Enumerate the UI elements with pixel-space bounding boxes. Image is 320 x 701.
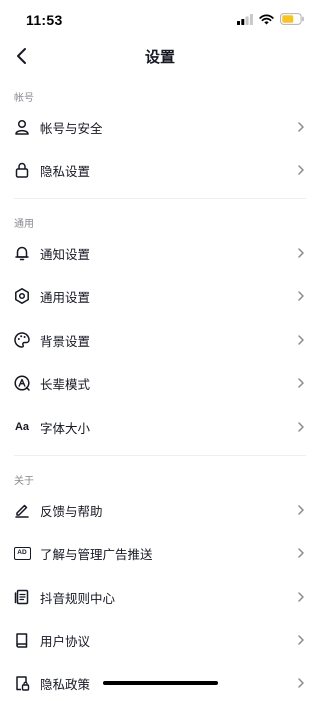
settings-item-label: 通用设置 [40, 290, 91, 305]
chevron-right-icon [294, 676, 308, 690]
chevron-right-icon [294, 420, 308, 434]
settings-item-user-agreement[interactable]: 用户协议 [0, 622, 320, 658]
lock-icon [12, 160, 32, 180]
settings-item-notifications[interactable]: 通知设置 [0, 235, 320, 271]
status-time: 11:53 [26, 12, 63, 28]
home-indicator[interactable] [103, 681, 218, 685]
settings-item-label: 隐私设置 [40, 164, 91, 179]
settings-item-label: 反馈与帮助 [40, 504, 103, 519]
section-divider [14, 198, 306, 199]
settings-item-label: 字体大小 [40, 421, 91, 436]
settings-item-general[interactable]: 通用设置 [0, 278, 320, 314]
chevron-right-icon [294, 376, 308, 390]
user-icon [12, 117, 32, 137]
chevron-right-icon [294, 333, 308, 347]
palette-icon [12, 330, 32, 350]
settings-item-label: 用户协议 [40, 634, 91, 649]
settings-item-label: 隐私政策 [40, 677, 91, 692]
settings-item-font-size[interactable]: Aa 字体大小 [0, 409, 320, 445]
signal-icon [237, 13, 253, 25]
book-icon [12, 630, 32, 650]
settings-item-feedback[interactable]: 反馈与帮助 [0, 492, 320, 528]
elder-mode-icon [12, 373, 32, 393]
chevron-right-icon [294, 503, 308, 517]
settings-item-label: 帐号与安全 [40, 121, 103, 136]
settings-item-rules-center[interactable]: 抖音规则中心 [0, 579, 320, 615]
nav-bar: 设置 [0, 34, 320, 78]
chevron-right-icon [294, 633, 308, 647]
settings-item-account-security[interactable]: 帐号与安全 [0, 109, 320, 145]
chevron-right-icon [294, 289, 308, 303]
status-icons [237, 13, 304, 25]
section-header-general: 通用 [14, 219, 34, 230]
privacy-doc-icon [12, 673, 32, 693]
edit-pen-icon [12, 500, 32, 520]
settings-item-ad-management[interactable]: AD 了解与管理广告推送 [0, 535, 320, 571]
settings-item-label: 长辈模式 [40, 377, 91, 392]
document-icon [12, 587, 32, 607]
settings-item-label: 了解与管理广告推送 [40, 547, 153, 562]
font-size-icon: Aa [12, 417, 32, 437]
settings-item-label: 抖音规则中心 [40, 591, 116, 606]
chevron-right-icon [294, 120, 308, 134]
wifi-icon [259, 14, 274, 25]
section-divider [14, 455, 306, 456]
gear-icon [12, 286, 32, 306]
chevron-right-icon [294, 163, 308, 177]
chevron-right-icon [294, 546, 308, 560]
section-header-about: 关于 [14, 476, 34, 487]
settings-item-privacy[interactable]: 隐私设置 [0, 152, 320, 188]
chevron-right-icon [294, 246, 308, 260]
settings-item-background[interactable]: 背景设置 [0, 322, 320, 358]
section-header-account: 帐号 [14, 93, 34, 104]
chevron-right-icon [294, 590, 308, 604]
settings-item-label: 通知设置 [40, 247, 91, 262]
settings-item-label: 背景设置 [40, 334, 91, 349]
ad-icon: AD [12, 543, 32, 563]
page-title: 设置 [144, 48, 175, 66]
bell-icon [12, 243, 32, 263]
font-size-icon-text: Aa [14, 421, 30, 433]
ad-icon-text: AD [13, 546, 31, 560]
battery-icon [280, 13, 304, 25]
settings-item-elder-mode[interactable]: 长辈模式 [0, 365, 320, 401]
